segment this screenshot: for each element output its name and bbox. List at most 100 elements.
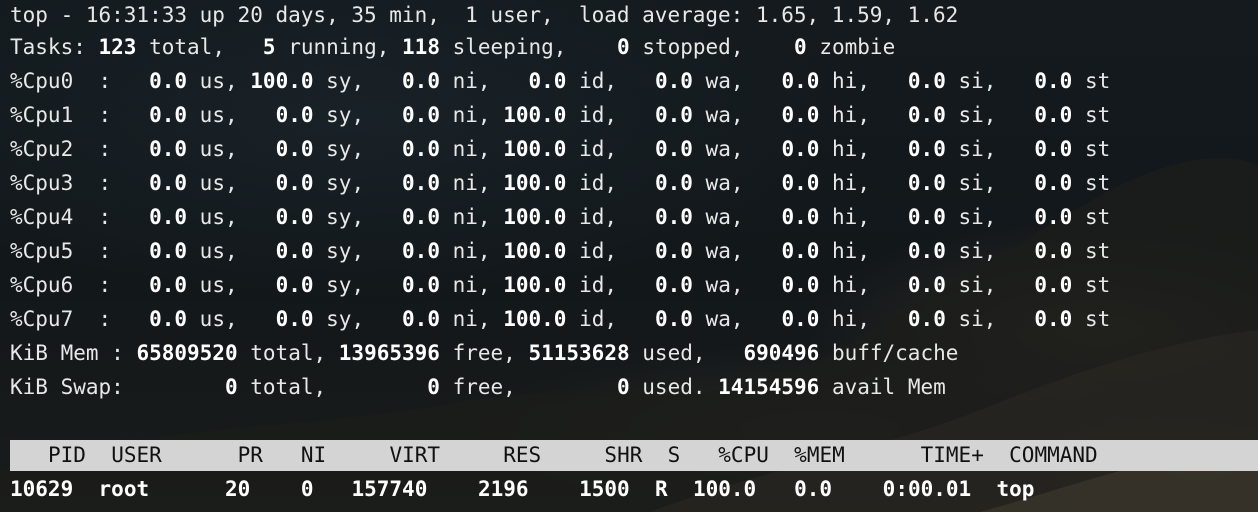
cpu-wa-value: 0.0 [654,103,693,127]
cpu-name: %Cpu2 [10,137,74,161]
cpu-wa-value: 0.0 [654,69,693,93]
cpu-sy-value: 0.0 [275,205,314,229]
column-header-pr[interactable]: PR [238,443,263,467]
cpu-line-3: %Cpu3 : 0.0 us, 0.0 sy, 0.0 ni, 100.0 id… [10,171,1111,195]
tasks-label: Tasks: [10,35,86,59]
column-header-pid[interactable]: PID [48,443,86,467]
cpu-hi-value: 0.0 [781,171,820,195]
cpu-line-4: %Cpu4 : 0.0 us, 0.0 sy, 0.0 ni, 100.0 id… [10,205,1111,229]
cpu-st-value: 0.0 [1034,273,1073,297]
cpu-wa-value: 0.0 [654,137,693,161]
cpu-line-6: %Cpu6 : 0.0 us, 0.0 sy, 0.0 ni, 100.0 id… [10,273,1111,297]
terminal-window[interactable]: top - 16:31:33 up 20 days, 35 min, 1 use… [0,0,1258,512]
cpu-st-value: 0.0 [1034,171,1073,195]
swap-avail: 14154596 [718,375,820,399]
cell-mem: 0.0 [794,477,833,501]
cpu-st-value: 0.0 [1034,307,1073,331]
mem-buff: 690496 [743,341,820,365]
cpu-sy-value: 0.0 [275,137,314,161]
cpu-wa-value: 0.0 [654,205,693,229]
cpu-name: %Cpu4 [10,205,74,229]
tasks-running-label: running, [288,35,390,59]
cpu-ni-value: 0.0 [402,239,440,263]
column-header-ni[interactable]: NI [301,443,326,467]
cpu-si-value: 0.0 [907,273,946,297]
cpu-us-value: 0.0 [149,307,188,331]
cpu-name: %Cpu5 [10,239,74,263]
cpu-hi-value: 0.0 [781,205,820,229]
cpu-wa-value: 0.0 [654,171,693,195]
cpu-us-value: 0.0 [149,273,188,297]
swap-total: 0 [224,375,238,399]
swap-free-label: free, [452,375,516,399]
cell-command: top [996,477,1035,501]
cpu-st-value: 0.0 [1034,137,1073,161]
table-row[interactable]: 10629 root 20 0 157740 2196 1500 R 100.0… [10,474,1098,504]
cell-s: R [655,477,668,501]
mem-buff-label: buff/cache [831,341,959,365]
swap-used-label: used. [642,375,706,399]
swap-total-label: total, [250,375,327,399]
cpu-hi-value: 0.0 [781,69,820,93]
cell-ni: 0 [300,477,314,501]
column-header-res[interactable]: RES [503,443,541,467]
cpu-us-value: 0.0 [149,205,188,229]
column-header-command[interactable]: COMMAND [1009,443,1098,467]
swap-used: 0 [616,375,630,399]
cpu-id-value: 100.0 [503,171,567,195]
column-header-s[interactable]: S [668,443,681,467]
cpu-sy-value: 0.0 [275,171,314,195]
cpu-ni-value: 0.0 [402,69,440,93]
tasks-sleeping: 118 [402,35,440,59]
cpu-us-value: 0.0 [149,137,188,161]
cell-user: root [98,477,150,501]
tasks-stopped-label: stopped, [642,35,744,59]
cpu-hi-value: 0.0 [781,307,820,331]
cpu-us-value: 0.0 [149,103,188,127]
tasks-total: 123 [98,35,137,59]
cpu-line-5: %Cpu5 : 0.0 us, 0.0 sy, 0.0 ni, 100.0 id… [10,239,1111,263]
cpu-wa-value: 0.0 [654,239,693,263]
cell-cpu: 100.0 [692,477,757,501]
cpu-id-value: 0.0 [528,69,567,93]
mem-label: KiB Mem : [10,341,124,365]
cell-pr: 20 [224,477,251,501]
cpu-line-0: %Cpu0 : 0.0 us, 100.0 sy, 0.0 ni, 0.0 id… [10,69,1111,93]
cpu-si-value: 0.0 [907,69,946,93]
cpu-si-value: 0.0 [907,239,946,263]
cpu-hi-value: 0.0 [781,273,820,297]
column-header-time[interactable]: TIME+ [921,443,984,467]
cpu-sy-value: 0.0 [275,273,314,297]
cpu-id-value: 100.0 [503,103,567,127]
column-header-shr[interactable]: SHR [604,443,642,467]
cell-virt: 157740 [351,477,428,501]
column-header-virt[interactable]: VIRT [389,443,440,467]
cell-pid: 10629 [10,477,74,501]
swap-free: 0 [427,375,440,399]
cpu-name: %Cpu1 [10,103,74,127]
process-table-header[interactable]: PID USER PR NI VIRT RES SHR S %CPU %MEM … [10,440,1258,471]
cpu-ni-value: 0.0 [402,307,440,331]
cpu-name: %Cpu7 [10,307,74,331]
cpu-ni-value: 0.0 [402,273,440,297]
mem-used-label: used, [642,341,706,365]
tasks-zombie-label: zombie [819,35,896,59]
column-header-cpu[interactable]: %CPU [718,443,769,467]
mem-total: 65809520 [136,341,238,365]
cpu-st-value: 0.0 [1034,69,1073,93]
column-header-mem[interactable]: %MEM [794,443,845,467]
swap-line: KiB Swap: 0 total, 0 free, 0 used. 14154… [10,372,946,402]
tasks-zombie: 0 [794,35,807,59]
cpu-si-value: 0.0 [907,103,946,127]
swap-avail-label: avail Mem [831,375,946,399]
cpu-sy-value: 100.0 [250,69,314,93]
mem-used: 51153628 [528,341,630,365]
cpu-ni-value: 0.0 [402,171,440,195]
column-header-user[interactable]: USER [111,443,162,467]
cell-res: 2196 [477,477,529,501]
cpu-wa-value: 0.0 [654,307,693,331]
cpu-name: %Cpu0 [10,69,74,93]
cpu-line-7: %Cpu7 : 0.0 us, 0.0 sy, 0.0 ni, 100.0 id… [10,307,1111,331]
cpu-si-value: 0.0 [907,171,946,195]
cpu-us-value: 0.0 [149,69,188,93]
